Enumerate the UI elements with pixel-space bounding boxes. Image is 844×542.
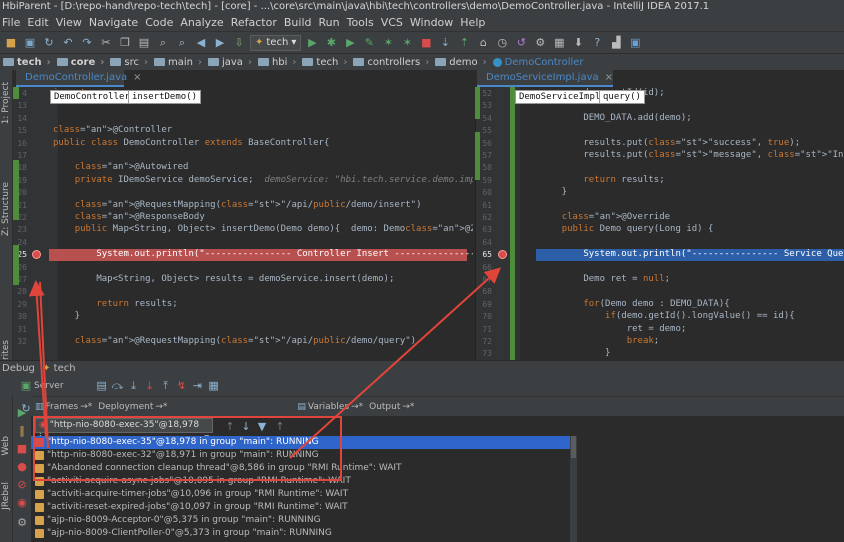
vcs-change-marker	[13, 160, 19, 220]
vcs-change-marker	[13, 87, 19, 99]
vcs-change-marker	[510, 87, 515, 360]
vcs-change-marker	[475, 87, 480, 119]
vcs-change-marker	[13, 245, 19, 285]
annotation-arrows	[28, 267, 501, 459]
arrow-to-service-breakpoint	[289, 267, 501, 459]
vcs-change-marker	[475, 132, 480, 180]
